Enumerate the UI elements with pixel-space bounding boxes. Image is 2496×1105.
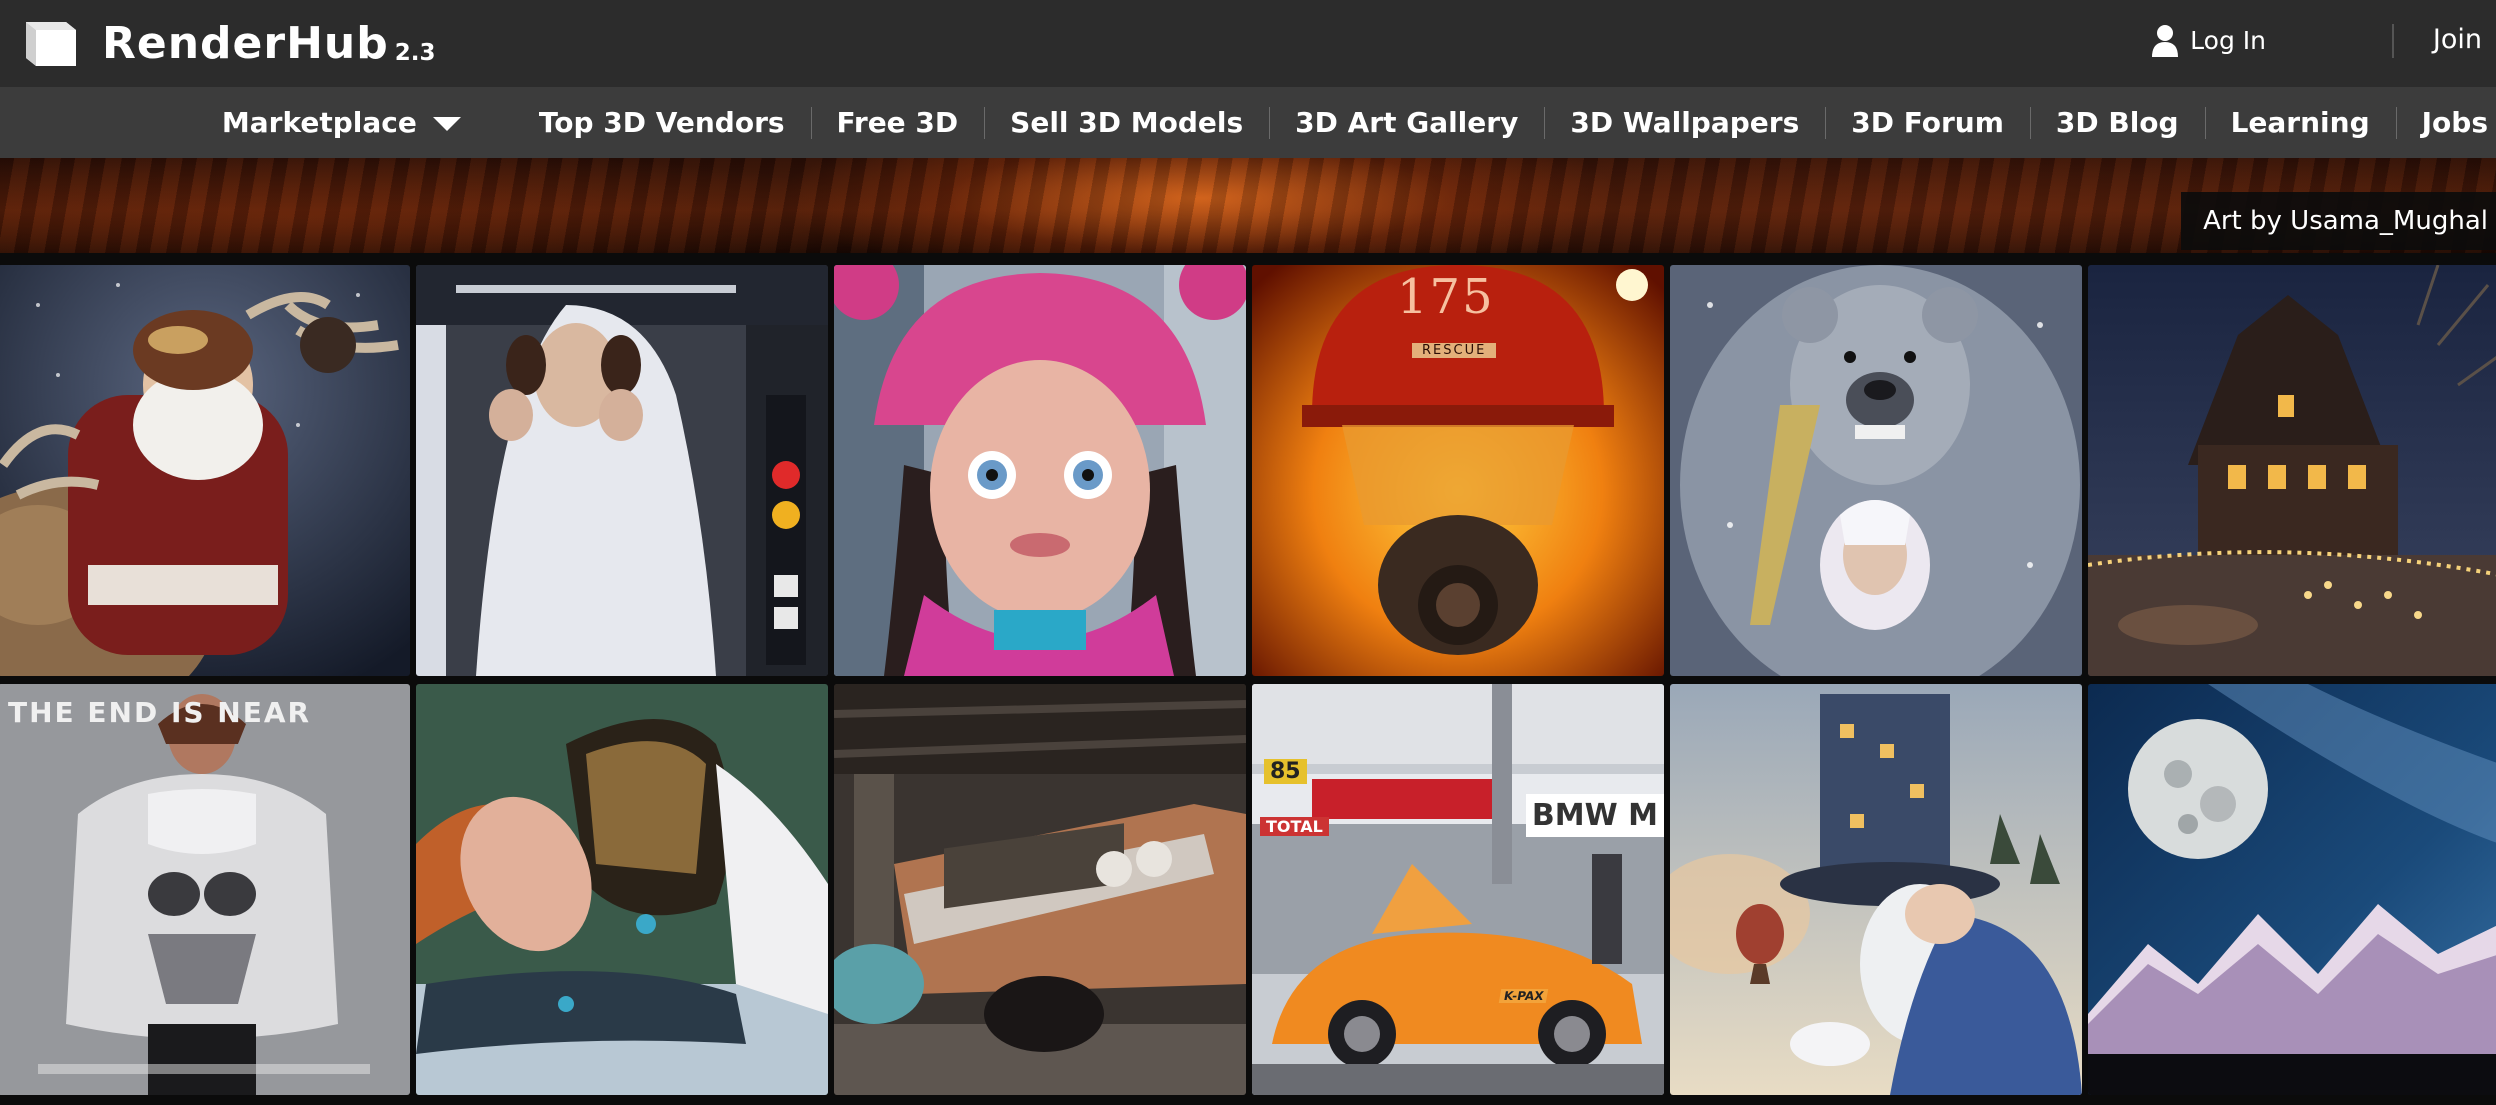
pit-number-sign: 85 bbox=[1264, 759, 1307, 784]
gallery-tile-firefighter[interactable]: 175 RESCUE bbox=[1252, 265, 1664, 676]
nav-item-label: Marketplace bbox=[221, 106, 417, 139]
artwork-image bbox=[416, 265, 828, 676]
sponsor-sign: TOTAL bbox=[1260, 817, 1329, 836]
hero-banner: Art by Usama_Mughal bbox=[0, 158, 2496, 253]
nav-item-marketplace[interactable]: Marketplace bbox=[196, 87, 513, 158]
nav-list: Marketplace Top 3D Vendors Free 3D Sell … bbox=[196, 87, 2496, 158]
nav-item-3d-art-gallery[interactable]: 3D Art Gallery bbox=[1269, 87, 1544, 158]
bmw-sign: BMW M bbox=[1525, 794, 1664, 837]
nav-item-free-3d[interactable]: Free 3D bbox=[810, 87, 985, 158]
main-nav: Marketplace Top 3D Vendors Free 3D Sell … bbox=[0, 87, 2496, 158]
artwork-headline: THE END IS NEAR bbox=[8, 696, 312, 729]
brand-name: RenderHub bbox=[102, 18, 389, 69]
gallery-tile-winter-mansion[interactable] bbox=[2088, 265, 2496, 676]
join-button[interactable]: Join bbox=[2433, 18, 2482, 62]
gallery-tile-princess[interactable] bbox=[416, 265, 828, 676]
artwork-image bbox=[1670, 265, 2082, 676]
artwork-image bbox=[0, 265, 410, 676]
helmet-number: 175 bbox=[1397, 269, 1495, 325]
nav-item-3d-blog[interactable]: 3D Blog bbox=[2029, 87, 2205, 158]
gallery-tile-race-car[interactable]: BMW M 85 TOTAL K-PAX bbox=[1252, 684, 1664, 1095]
artwork-image bbox=[1252, 265, 1664, 676]
header-divider bbox=[2392, 24, 2394, 58]
gallery-tile-moon-mountains[interactable] bbox=[2088, 684, 2496, 1095]
caret-down-icon bbox=[432, 117, 461, 131]
helmet-badge: RESCUE bbox=[1412, 343, 1497, 358]
logo-link[interactable]: RenderHub 2.3 bbox=[16, 14, 435, 70]
login-label: Log In bbox=[2190, 25, 2266, 55]
user-icon bbox=[2152, 25, 2179, 57]
artwork-image bbox=[2088, 265, 2496, 676]
gallery-tile-girl-pink-hat[interactable] bbox=[834, 265, 1246, 676]
artwork-image bbox=[1670, 684, 2082, 1095]
cube-icon bbox=[26, 22, 76, 66]
brand-version: 2.3 bbox=[394, 40, 436, 66]
gallery-tile-woman-snow[interactable] bbox=[416, 684, 828, 1095]
gallery-tile-classic-car[interactable] bbox=[834, 684, 1246, 1095]
artwork-image bbox=[416, 684, 828, 1095]
artwork-image bbox=[834, 265, 1246, 676]
gallery-tile-bear-elf[interactable] bbox=[1670, 265, 2082, 676]
nav-item-jobs[interactable]: Jobs bbox=[2395, 87, 2496, 158]
nav-item-3d-wallpapers[interactable]: 3D Wallpapers bbox=[1544, 87, 1825, 158]
nav-item-3d-forum[interactable]: 3D Forum bbox=[1825, 87, 2030, 158]
top-bar: RenderHub 2.3 Log In Join bbox=[0, 0, 2496, 87]
gallery-grid: 175 RESCUE THE END IS NEAR BMW M 85 TOTA… bbox=[0, 265, 2496, 1105]
gallery-tile-santa-reindeer[interactable] bbox=[0, 265, 410, 676]
nav-item-top-3d-vendors[interactable]: Top 3D Vendors bbox=[513, 87, 811, 158]
nav-item-learning[interactable]: Learning bbox=[2204, 87, 2396, 158]
gallery-tile-wizard[interactable] bbox=[1670, 684, 2082, 1095]
artwork-image bbox=[2088, 684, 2496, 1095]
nav-item-sell-3d-models[interactable]: Sell 3D Models bbox=[984, 87, 1269, 158]
artwork-image bbox=[0, 684, 410, 1095]
car-decal: K-PAX bbox=[1498, 989, 1549, 1003]
login-button[interactable]: Log In bbox=[2150, 18, 2266, 62]
art-credit[interactable]: Art by Usama_Mughal bbox=[2181, 192, 2496, 250]
artwork-image bbox=[1252, 684, 1664, 1095]
gallery-tile-puffer-jacket[interactable]: THE END IS NEAR bbox=[0, 684, 410, 1095]
artwork-image bbox=[834, 684, 1246, 1095]
